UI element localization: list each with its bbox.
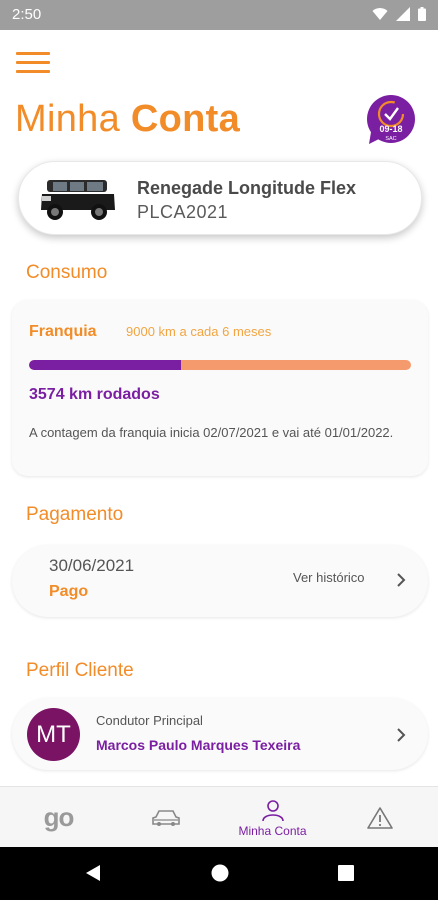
- vehicle-card[interactable]: Renegade Longitude Flex PLCA2021: [18, 161, 422, 235]
- chevron-right-icon[interactable]: [395, 727, 407, 743]
- sac-label: SAC: [385, 136, 396, 142]
- vehicle-plate: PLCA2021: [137, 202, 229, 222]
- back-icon[interactable]: [84, 863, 102, 883]
- sac-hours: 09-18: [379, 124, 402, 134]
- km-rodados: 3574 km rodados: [29, 386, 160, 403]
- status-time: 2:50: [12, 6, 42, 23]
- sac-icon: 09-18 SAC: [367, 95, 415, 144]
- km-progress-bar: [29, 360, 411, 370]
- page-title: Minha Conta: [15, 98, 240, 141]
- sac-button[interactable]: 09-18 SAC: [365, 94, 417, 146]
- bottom-nav: go Minha Conta: [0, 786, 438, 847]
- nav-item-minha-conta[interactable]: Minha Conta: [218, 787, 327, 848]
- nav-item-warning[interactable]: [325, 787, 434, 848]
- battery-icon: [418, 7, 426, 21]
- system-nav-bar: [0, 847, 438, 900]
- wifi-icon: [372, 8, 388, 20]
- status-bar: 2:50: [0, 0, 438, 30]
- menu-line: [16, 52, 50, 55]
- profile-name: Marcos Paulo Marques Texeira: [96, 737, 301, 753]
- car-icon: [151, 809, 180, 826]
- payment-date: 30/06/2021: [49, 556, 135, 575]
- warning-icon: [366, 806, 393, 829]
- person-icon: [261, 799, 284, 821]
- nav-item-car[interactable]: [111, 787, 220, 848]
- payment-card[interactable]: 30/06/2021 Pago Ver histórico: [12, 545, 428, 617]
- signal-icon: [396, 7, 410, 21]
- recents-icon[interactable]: [337, 863, 355, 883]
- franquia-value: 9000 km a cada 6 meses: [126, 324, 272, 339]
- jeep-renegade-image: [41, 180, 115, 220]
- nav-label-minha-conta: Minha Conta: [238, 823, 307, 838]
- nav-item-go[interactable]: go: [4, 787, 113, 848]
- avatar: MT: [27, 708, 80, 761]
- page-title-regular: Minha: [15, 98, 131, 140]
- franquia-note: A contagem da franquia inicia 02/07/2021…: [29, 425, 394, 440]
- payment-status: Pago: [49, 583, 89, 600]
- home-icon[interactable]: [210, 863, 230, 883]
- app-screen: 2:50 Minha Conta 09-18 SAC Renegade Long…: [0, 0, 438, 900]
- status-icons: [372, 7, 426, 21]
- pagamento-section-title: Pagamento: [26, 504, 124, 525]
- page-title-bold: Conta: [130, 98, 241, 140]
- profile-card[interactable]: MT Condutor Principal Marcos Paulo Marqu…: [12, 698, 428, 770]
- profile-role: Condutor Principal: [96, 713, 203, 728]
- menu-line: [16, 61, 50, 64]
- menu-line: [16, 70, 50, 73]
- chevron-right-icon[interactable]: [395, 572, 407, 588]
- franquia-label: Franquia: [29, 323, 97, 340]
- vehicle-name: Renegade Longitude Flex: [137, 178, 357, 198]
- perfil-section-title: Perfil Cliente: [26, 660, 134, 681]
- payment-history-link[interactable]: Ver histórico: [293, 570, 365, 585]
- go-logo: go: [43, 802, 75, 832]
- menu-button[interactable]: [16, 52, 50, 76]
- consumo-card: Franquia 9000 km a cada 6 meses 3574 km …: [12, 300, 428, 476]
- km-progress-fill: [29, 360, 181, 370]
- consumo-section-title: Consumo: [26, 262, 108, 283]
